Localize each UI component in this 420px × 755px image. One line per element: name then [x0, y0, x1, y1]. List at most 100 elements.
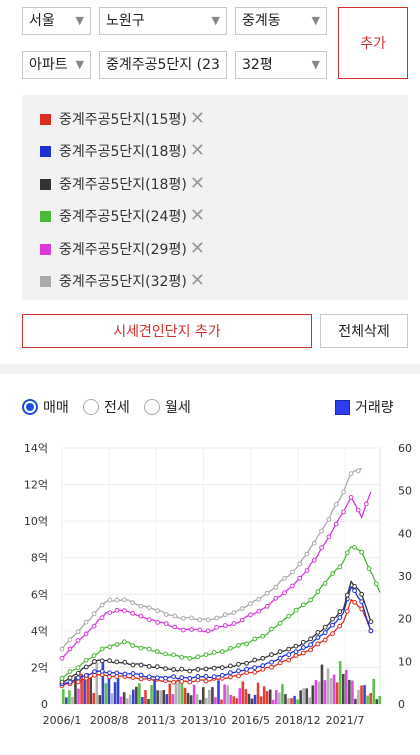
series-point: [146, 617, 152, 623]
volume-bar: [168, 683, 172, 704]
series-point: [59, 676, 65, 681]
series-point: [236, 661, 241, 667]
series-point: [195, 654, 201, 660]
complex-select[interactable]: 중계주공5단지 (23: [99, 51, 227, 79]
volume-bar: [223, 684, 226, 704]
list-item: 중계주공5단지(29평) ✕: [40, 239, 205, 259]
series-point: [99, 615, 105, 621]
series-point: [293, 607, 299, 613]
series-point: [236, 643, 241, 648]
series-point: [99, 602, 105, 608]
series-point: [308, 642, 314, 648]
volume-bar: [271, 699, 275, 704]
radio-unchecked-icon: [144, 399, 160, 415]
y-left-tick-label: 8억: [31, 552, 48, 565]
series-point: [179, 675, 185, 681]
volume-toggle[interactable]: 거래량: [335, 397, 394, 417]
series-swatch: [40, 178, 51, 190]
close-icon[interactable]: ✕: [190, 272, 205, 290]
city-select[interactable]: 서울 ▼: [22, 7, 91, 35]
series-point: [256, 608, 262, 614]
series-swatch: [40, 145, 51, 157]
series-point: [228, 663, 233, 669]
series-point: [308, 647, 314, 653]
series-line: [61, 467, 363, 650]
series-point: [368, 628, 374, 634]
district-select[interactable]: 노원구 ▼: [99, 7, 227, 35]
radio-jeonse[interactable]: 전세: [83, 397, 130, 417]
volume-bar: [101, 661, 105, 704]
series-point: [189, 615, 194, 621]
volume-bar: [335, 682, 339, 704]
volume-bar: [159, 690, 162, 704]
series-point: [304, 551, 310, 557]
y-left-tick-label: 4억: [31, 625, 48, 638]
series-point: [319, 528, 325, 534]
series-point: [264, 590, 270, 596]
volume-bar: [232, 696, 236, 704]
series-swatch: [40, 210, 51, 222]
series-point: [83, 631, 89, 637]
series-point: [337, 615, 343, 620]
series-point: [239, 617, 245, 623]
x-tick-label: 2011/3: [137, 714, 176, 727]
section-divider: [0, 364, 420, 374]
series-point: [239, 606, 245, 611]
series-point: [138, 603, 144, 609]
volume-bar: [104, 683, 108, 704]
volume-bar: [89, 677, 92, 704]
volume-toggle-label: 거래량: [355, 400, 394, 416]
clear-all-button[interactable]: 전체삭제: [320, 314, 408, 348]
volume-bar: [183, 687, 187, 704]
type-select[interactable]: 아파트 ▼: [22, 51, 91, 79]
series-point: [203, 678, 209, 684]
volume-bar: [360, 685, 363, 704]
series-point: [195, 667, 201, 672]
series-point: [75, 638, 81, 643]
series-point: [122, 608, 127, 614]
close-icon[interactable]: ✕: [190, 175, 205, 193]
series-point: [146, 605, 152, 611]
volume-bar: [348, 679, 351, 704]
volume-bar: [247, 693, 251, 704]
series-point: [75, 679, 81, 685]
series-point: [180, 627, 186, 633]
y-right-tick-label: 50: [398, 485, 412, 498]
series-point: [138, 645, 144, 651]
close-icon[interactable]: ✕: [190, 207, 205, 225]
series-point: [99, 658, 105, 664]
series-point: [122, 659, 128, 665]
volume-bar: [150, 685, 153, 704]
series-point: [273, 584, 279, 590]
series-point: [155, 608, 161, 614]
volume-bar: [201, 687, 205, 704]
volume-bar: [375, 699, 379, 704]
add-button[interactable]: 추가: [338, 7, 408, 79]
series-point: [91, 611, 97, 617]
series-point: [315, 641, 321, 647]
series-point: [114, 597, 120, 603]
close-icon[interactable]: ✕: [190, 110, 205, 128]
series-point: [163, 666, 168, 672]
close-icon[interactable]: ✕: [190, 240, 205, 258]
volume-bar: [345, 669, 348, 704]
x-tick-label: 2021/7: [326, 714, 365, 727]
volume-bar: [241, 681, 245, 704]
add-reference-complex-button[interactable]: 시세견인단지 추가: [22, 314, 312, 348]
series-point: [300, 602, 306, 608]
radio-checked-icon: [22, 399, 38, 415]
radio-monthly[interactable]: 월세: [144, 397, 191, 417]
series-point: [252, 665, 258, 671]
series-point: [368, 619, 374, 625]
size-select-value: 32평: [242, 57, 273, 73]
series-point: [244, 641, 250, 647]
size-select[interactable]: 32평 ▼: [235, 51, 327, 79]
close-icon[interactable]: ✕: [190, 142, 205, 160]
series-point: [366, 566, 372, 572]
dong-select[interactable]: 중계동 ▼: [235, 7, 327, 35]
series-point: [273, 595, 279, 601]
radio-sale[interactable]: 매매: [22, 397, 69, 417]
series-point: [252, 669, 258, 675]
volume-bar: [229, 694, 232, 704]
series-point: [92, 659, 97, 664]
